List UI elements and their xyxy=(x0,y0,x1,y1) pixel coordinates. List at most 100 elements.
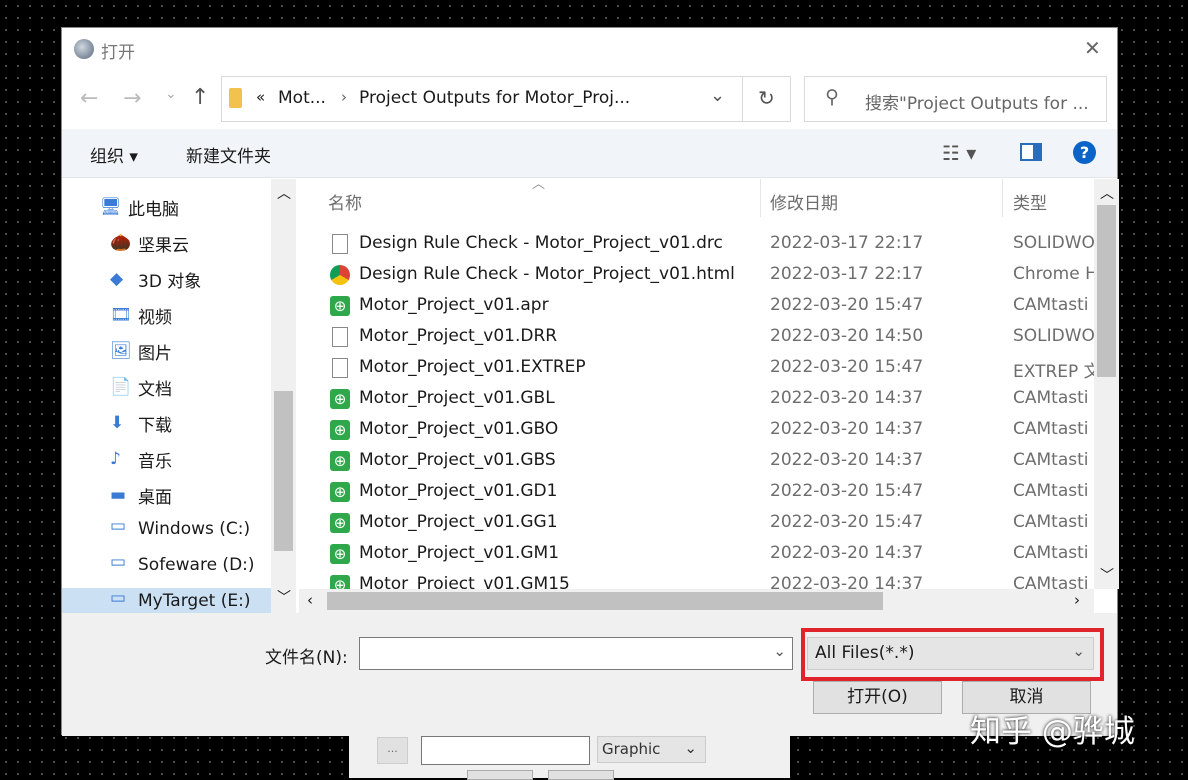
file-row[interactable]: ⊕ Motor_Project_v01.GD1 2022-03-20 15:47… xyxy=(299,477,1094,508)
file-date: 2022-03-17 22:17 xyxy=(770,264,924,284)
refresh-icon[interactable]: ↻ xyxy=(758,86,775,110)
scroll-up-icon[interactable]: ︿ xyxy=(277,183,291,203)
file-name: Motor_Project_v01.GBL xyxy=(359,388,555,408)
back-icon[interactable]: ← xyxy=(80,86,98,111)
column-divider xyxy=(1002,179,1003,217)
filename-label: 文件名(N): xyxy=(265,648,348,668)
file-row[interactable]: ⊕ Motor_Project_v01.GG1 2022-03-20 15:47… xyxy=(299,508,1094,539)
chevron-down-icon[interactable]: ⌄ xyxy=(710,85,725,106)
file-row[interactable]: ⊕ Motor_Project_v01.GBL 2022-03-20 14:37… xyxy=(299,384,1094,415)
file-row[interactable]: Motor_Project_v01.DRR 2022-03-20 14:50 S… xyxy=(299,322,1095,353)
chevron-down-icon[interactable]: ⌄ xyxy=(773,642,786,660)
button[interactable] xyxy=(467,770,533,780)
forward-icon[interactable]: → xyxy=(123,86,141,111)
breadcrumb-item[interactable]: Mot... xyxy=(278,88,326,108)
recent-locations-icon[interactable]: ⌄ xyxy=(165,86,177,102)
path-input[interactable] xyxy=(421,736,590,765)
address-bar[interactable]: « Mot... › Project Outputs for Motor_Pro… xyxy=(221,76,791,122)
column-header-date[interactable]: 修改日期 xyxy=(770,189,838,214)
sidebar-item[interactable]: ⬇ 下载 xyxy=(110,408,172,440)
chevron-down-icon: ⌄ xyxy=(684,739,697,757)
computer-icon: 🖥 xyxy=(100,197,122,217)
preview-pane-icon[interactable] xyxy=(1020,143,1042,161)
folder-icon xyxy=(229,88,242,108)
scroll-up-icon[interactable]: ︿ xyxy=(1100,183,1114,203)
scroll-left-icon[interactable]: ‹ xyxy=(307,591,313,609)
up-icon[interactable]: ↑ xyxy=(191,85,209,110)
search-placeholder: 搜索"Project Outputs for ... xyxy=(865,94,1089,114)
file-row[interactable]: ⊕ Motor_Project_v01.GM1 2022-03-20 14:37… xyxy=(299,539,1094,570)
file-name: Motor_Project_v01.DRR xyxy=(359,326,558,346)
drive-icon: ▭ xyxy=(110,516,127,536)
sidebar-item[interactable]: ♪ 音乐 xyxy=(110,444,172,476)
search-icon: ⚲ xyxy=(825,86,839,108)
sidebar-item[interactable]: ▬ 桌面 xyxy=(110,480,172,512)
button[interactable] xyxy=(548,770,614,780)
scroll-right-icon[interactable]: › xyxy=(1074,591,1080,609)
file-type: CAMtasti xyxy=(1013,450,1089,470)
sidebar-item-label: 此电脑 xyxy=(128,200,179,220)
view-options-icon[interactable]: ☷ ▾ xyxy=(942,141,976,165)
path-overflow-icon[interactable]: « xyxy=(256,88,265,106)
help-icon[interactable]: ? xyxy=(1073,141,1096,164)
file-type: Chrome H xyxy=(1013,264,1098,284)
file-row[interactable]: Motor_Project_v01.EXTREP 2022-03-20 15:4… xyxy=(299,353,1101,384)
scroll-down-icon[interactable]: ﹀ xyxy=(1100,565,1114,585)
sidebar-scrollbar[interactable]: ︿ ﹀ xyxy=(271,179,296,613)
sidebar-item[interactable]: ▭ Windows (C:) xyxy=(110,516,250,548)
sort-ascending-icon: ︿ xyxy=(532,179,546,192)
sidebar-item[interactable]: ▭ Sofeware (D:) xyxy=(110,552,255,584)
sidebar-item[interactable]: ◆ 3D 对象 xyxy=(110,264,201,296)
new-folder-button[interactable]: 新建文件夹 xyxy=(186,142,271,167)
navigation-pane: 🖥 此电脑 🌰 坚果云 ◆ 3D 对象 🎞 视频 🖼 图片 📄 文档 ⬇ 下载 ♪ 音乐 ▬ 桌面 ▭ Windows… xyxy=(62,179,296,620)
type-select[interactable]: Graphic ⌄ xyxy=(597,736,706,763)
sidebar-item-label: 文档 xyxy=(138,380,172,400)
scroll-down-icon[interactable]: ﹀ xyxy=(277,587,291,607)
file-row[interactable]: Design Rule Check - Motor_Project_v01.ht… xyxy=(299,260,1098,291)
sidebar-item[interactable]: 🖥 此电脑 xyxy=(100,192,179,224)
scroll-thumb[interactable] xyxy=(1097,205,1116,377)
title-bar: 打开 ✕ xyxy=(62,28,1117,72)
column-header-type[interactable]: 类型 xyxy=(1013,189,1047,214)
organize-menu[interactable]: 组织 ▾ xyxy=(90,142,138,167)
sidebar-item[interactable]: 🎞 视频 xyxy=(110,300,172,332)
nutstore-icon: 🌰 xyxy=(110,233,132,253)
doc-file-icon xyxy=(332,234,348,254)
chevron-right-icon: › xyxy=(341,88,347,106)
sidebar-item[interactable]: 🖼 图片 xyxy=(110,336,172,368)
open-button[interactable]: 打开(O) xyxy=(813,681,942,714)
sidebar-item-label: 音乐 xyxy=(138,452,172,472)
list-horizontal-scrollbar[interactable]: ‹ › xyxy=(299,589,1094,613)
scroll-thumb[interactable] xyxy=(274,391,293,551)
file-row[interactable]: ⊕ Motor_Project_v01.apr 2022-03-20 15:47… xyxy=(299,291,1094,322)
file-type: CAMtasti xyxy=(1013,543,1089,563)
type-value: Graphic xyxy=(602,740,661,758)
file-row[interactable]: ⊕ Motor_Project_v01.GBO 2022-03-20 14:37… xyxy=(299,415,1094,446)
sidebar-item-label: MyTarget (E:) xyxy=(138,591,251,611)
file-name: Motor_Project_v01.apr xyxy=(359,295,549,315)
file-type: EXTREP 文 xyxy=(1013,362,1101,382)
sidebar-item[interactable]: 🌰 坚果云 xyxy=(110,228,189,260)
sidebar-item[interactable]: 📄 文档 xyxy=(110,372,172,404)
column-header-name[interactable]: 名称 xyxy=(328,189,362,214)
list-vertical-scrollbar[interactable]: ︿ ﹀ xyxy=(1094,179,1119,589)
file-name: Design Rule Check - Motor_Project_v01.ht… xyxy=(359,264,735,284)
search-box[interactable]: ⚲ 搜索"Project Outputs for ... xyxy=(804,76,1107,122)
file-name: Design Rule Check - Motor_Project_v01.dr… xyxy=(359,233,723,253)
sidebar-item-label: 下载 xyxy=(138,416,172,436)
file-type-filter[interactable]: All Files(*.*) ⌄ xyxy=(807,637,1094,670)
3d-objects-icon: ◆ xyxy=(110,269,124,289)
file-row[interactable]: Design Rule Check - Motor_Project_v01.dr… xyxy=(299,229,1095,260)
sidebar-item-label: Sofeware (D:) xyxy=(138,555,255,575)
file-type: CAMtasti xyxy=(1013,512,1089,532)
filename-input[interactable]: ⌄ xyxy=(359,637,793,670)
file-row[interactable]: ⊕ Motor_Project_v01.GBS 2022-03-20 14:37… xyxy=(299,446,1094,477)
close-icon[interactable]: ✕ xyxy=(1084,36,1101,60)
browse-button[interactable]: ... xyxy=(377,737,408,764)
file-type: SOLIDWO xyxy=(1013,233,1095,253)
breadcrumb-item[interactable]: Project Outputs for Motor_Proj... xyxy=(359,88,630,108)
file-name: Motor_Project_v01.GD1 xyxy=(359,481,558,501)
scroll-thumb[interactable] xyxy=(327,592,883,610)
file-name: Motor_Project_v01.GBS xyxy=(359,450,556,470)
sidebar-item-label: 视频 xyxy=(138,308,172,328)
